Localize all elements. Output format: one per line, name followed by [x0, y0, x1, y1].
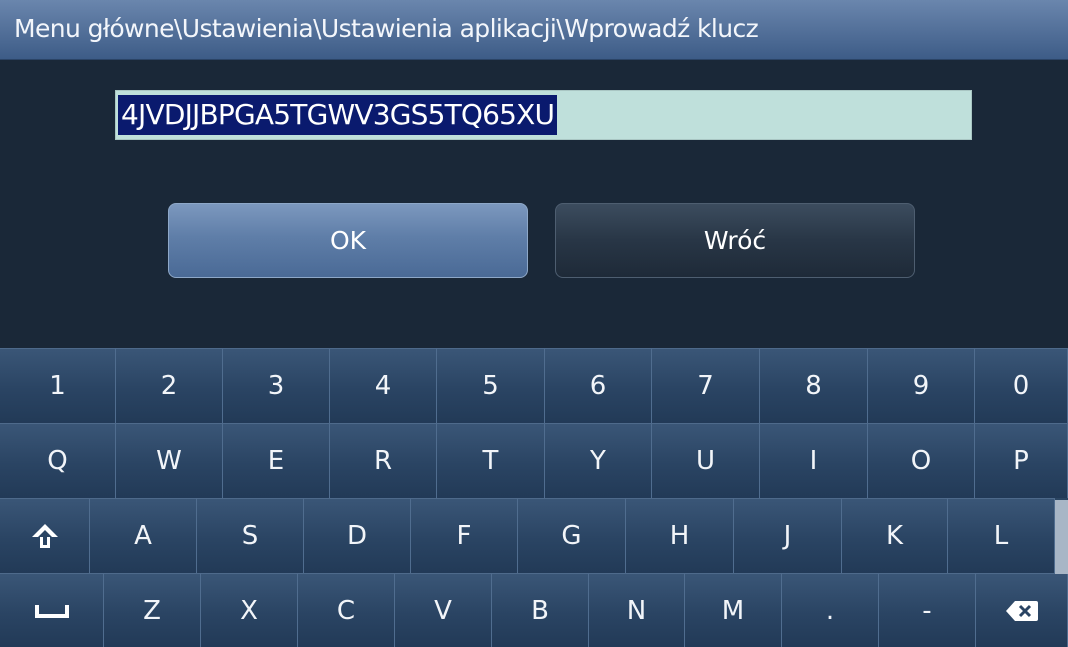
- key-k[interactable]: K: [842, 498, 948, 573]
- breadcrumb: Menu główne\Ustawienia\Ustawienia aplika…: [14, 14, 759, 43]
- title-bar: Menu główne\Ustawienia\Ustawienia aplika…: [0, 0, 1068, 60]
- key-9[interactable]: 9: [868, 348, 975, 423]
- keyboard-row-zxcv: Z X C V B N M . -: [0, 573, 1068, 647]
- key-period[interactable]: .: [782, 573, 879, 647]
- backspace-key[interactable]: [976, 573, 1068, 647]
- key-1[interactable]: 1: [0, 348, 116, 423]
- key-i[interactable]: I: [760, 423, 868, 498]
- keyboard-edge-strip: [1055, 500, 1068, 574]
- backspace-icon: [1005, 599, 1039, 623]
- key-4[interactable]: 4: [330, 348, 437, 423]
- key-input-field[interactable]: 4JVDJJBPGA5TGWV3GS5TQ65XU: [115, 90, 972, 140]
- key-f[interactable]: F: [411, 498, 518, 573]
- space-key[interactable]: [0, 573, 104, 647]
- key-2[interactable]: 2: [116, 348, 223, 423]
- key-l[interactable]: L: [948, 498, 1055, 573]
- keyboard-row-asdf: A S D F G H J K L: [0, 498, 1068, 573]
- key-7[interactable]: 7: [652, 348, 760, 423]
- key-t[interactable]: T: [437, 423, 545, 498]
- key-n[interactable]: N: [589, 573, 685, 647]
- key-5[interactable]: 5: [437, 348, 545, 423]
- shift-arrow-icon: [30, 521, 60, 551]
- key-w[interactable]: W: [116, 423, 223, 498]
- key-u[interactable]: U: [652, 423, 760, 498]
- key-8[interactable]: 8: [760, 348, 868, 423]
- key-0[interactable]: 0: [975, 348, 1068, 423]
- back-button[interactable]: Wróć: [555, 203, 915, 278]
- key-c[interactable]: C: [298, 573, 395, 647]
- keyboard-row-qwerty: Q W E R T Y U I O P: [0, 423, 1068, 498]
- key-x[interactable]: X: [201, 573, 298, 647]
- key-h[interactable]: H: [626, 498, 734, 573]
- on-screen-keyboard: 1 2 3 4 5 6 7 8 9 0 Q W E R T Y U I O P: [0, 348, 1068, 647]
- key-j[interactable]: J: [734, 498, 842, 573]
- key-6[interactable]: 6: [545, 348, 652, 423]
- key-v[interactable]: V: [395, 573, 492, 647]
- key-a[interactable]: A: [90, 498, 197, 573]
- space-bar-icon: [34, 603, 69, 619]
- key-e[interactable]: E: [223, 423, 330, 498]
- key-o[interactable]: O: [868, 423, 975, 498]
- ok-button[interactable]: OK: [168, 203, 528, 278]
- key-q[interactable]: Q: [0, 423, 116, 498]
- key-z[interactable]: Z: [104, 573, 201, 647]
- keyboard-row-digits: 1 2 3 4 5 6 7 8 9 0: [0, 348, 1068, 423]
- key-s[interactable]: S: [197, 498, 304, 573]
- shift-key[interactable]: [0, 498, 90, 573]
- key-r[interactable]: R: [330, 423, 437, 498]
- key-hyphen[interactable]: -: [879, 573, 976, 647]
- key-g[interactable]: G: [518, 498, 626, 573]
- key-input-value[interactable]: 4JVDJJBPGA5TGWV3GS5TQ65XU: [118, 95, 558, 135]
- key-b[interactable]: B: [492, 573, 589, 647]
- key-d[interactable]: D: [304, 498, 411, 573]
- key-y[interactable]: Y: [545, 423, 652, 498]
- key-p[interactable]: P: [975, 423, 1068, 498]
- key-m[interactable]: M: [685, 573, 782, 647]
- key-3[interactable]: 3: [223, 348, 330, 423]
